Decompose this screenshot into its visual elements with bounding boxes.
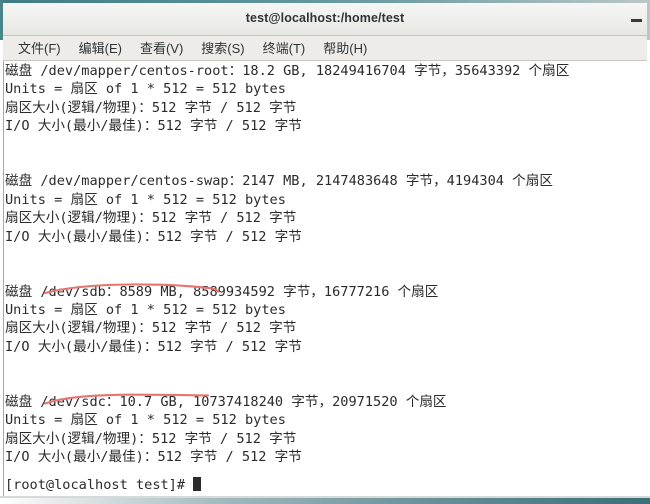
terminal-line: Units = 扇区 of 1 * 512 = 512 bytes	[5, 191, 286, 208]
terminal-line: I/O 大小(最小/最佳)：512 字节 / 512 字节	[5, 228, 302, 245]
menu-terminal[interactable]: 终端(T)	[254, 36, 315, 60]
terminal-surface[interactable]: 磁盘 /dev/mapper/centos-root：18.2 GB, 1824…	[3, 61, 647, 498]
terminal-line: 磁盘 /dev/mapper/centos-root：18.2 GB, 1824…	[5, 63, 570, 79]
terminal-line: I/O 大小(最小/最佳)：512 字节 / 512 字节	[5, 449, 302, 466]
terminal-line: Units = 扇区 of 1 * 512 = 512 bytes	[5, 412, 286, 429]
terminal-line: 扇区大小(逻辑/物理)：512 字节 / 512 字节	[5, 99, 297, 116]
terminal-line: 扇区大小(逻辑/物理)：512 字节 / 512 字节	[5, 320, 297, 337]
terminal-window: test@localhost:/home/test 文件(F) 编辑(E) 查看…	[0, 0, 650, 504]
menu-file[interactable]: 文件(F)	[9, 36, 70, 60]
terminal-line: Units = 扇区 of 1 * 512 = 512 bytes	[5, 81, 286, 98]
shell-prompt-line: [root@localhost test]#	[5, 476, 202, 494]
terminal-line: I/O 大小(最小/最佳)：512 字节 / 512 字节	[5, 338, 302, 355]
shell-prompt: [root@localhost test]#	[5, 477, 194, 493]
terminal-line: 磁盘 /dev/sdc：10.7 GB, 10737418240 字节，2097…	[5, 394, 447, 411]
terminal-line: Units = 扇区 of 1 * 512 = 512 bytes	[5, 302, 286, 319]
menu-bar: 文件(F) 编辑(E) 查看(V) 搜索(S) 终端(T) 帮助(H)	[3, 36, 647, 61]
terminal-line: 磁盘 /dev/sdb：8589 MB, 8589934592 字节，16777…	[5, 283, 439, 300]
menu-help[interactable]: 帮助(H)	[314, 36, 376, 60]
terminal-output: 磁盘 /dev/mapper/centos-root：18.2 GB, 1824…	[4, 61, 647, 498]
window-title: test@localhost:/home/test	[245, 11, 405, 25]
terminal-line: 扇区大小(逻辑/物理)：512 字节 / 512 字节	[5, 210, 297, 227]
terminal-line: 扇区大小(逻辑/物理)：512 字节 / 512 字节	[5, 430, 297, 447]
minimize-button[interactable]	[631, 19, 642, 22]
text-cursor	[193, 477, 202, 491]
terminal-line: 磁盘 /dev/mapper/centos-swap：2147 MB, 2147…	[5, 173, 553, 190]
title-bar[interactable]: test@localhost:/home/test	[3, 3, 647, 36]
menu-view[interactable]: 查看(V)	[131, 36, 192, 60]
window-frame-bottom	[0, 498, 650, 504]
terminal-line: I/O 大小(最小/最佳)：512 字节 / 512 字节	[5, 118, 302, 135]
menu-search[interactable]: 搜索(S)	[192, 36, 253, 60]
menu-edit[interactable]: 编辑(E)	[70, 36, 131, 60]
